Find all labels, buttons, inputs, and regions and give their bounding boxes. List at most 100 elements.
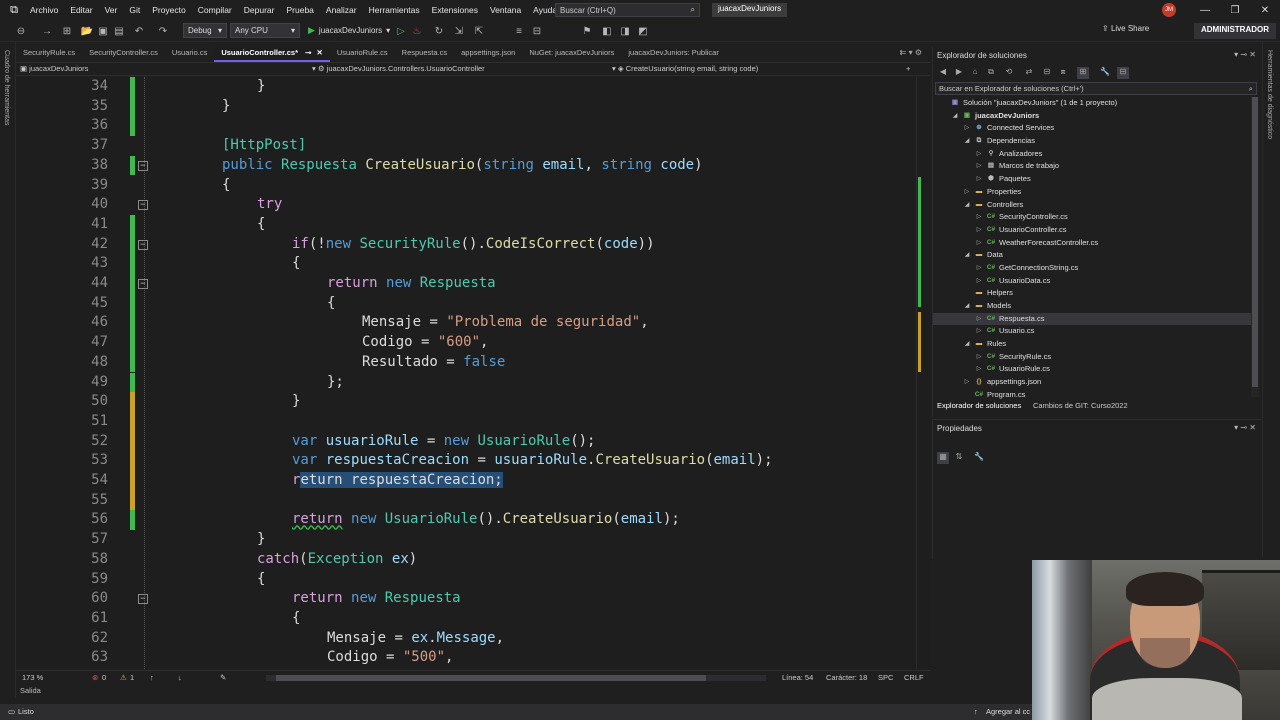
- code-line[interactable]: 50 }: [16, 392, 916, 412]
- menu-analizar[interactable]: Analizar: [320, 5, 363, 15]
- code-line[interactable]: 41 {: [16, 214, 916, 235]
- configuration-dropdown[interactable]: Debug ▾: [183, 23, 227, 38]
- collapsed-chevron-icon[interactable]: ▷: [975, 325, 983, 338]
- char-indicator[interactable]: Carácter: 18: [826, 673, 867, 682]
- sync-icon[interactable]: ⇄: [1023, 67, 1035, 79]
- code-line[interactable]: 59 {: [16, 570, 916, 590]
- nav-class-dropdown[interactable]: ▾ ⚙ juacaxDevJuniors.Controllers.Usuario…: [312, 64, 485, 76]
- pending-changes-filter-icon[interactable]: ⟲: [1003, 67, 1015, 79]
- collapsed-chevron-icon[interactable]: ▷: [975, 237, 983, 250]
- tab-git-changes[interactable]: Cambios de GIT: Curso2022: [1033, 401, 1128, 410]
- solution-tree-item[interactable]: ▷ C# SecurityController.cs: [933, 211, 1251, 224]
- code-line[interactable]: 47 Codigo = "600",: [16, 333, 916, 353]
- add-to-source-control[interactable]: Agregar al cc: [986, 707, 1030, 716]
- preview-selected-icon[interactable]: ⊞: [1077, 67, 1089, 79]
- start-debugging-button[interactable]: ▶ juacaxDevJuniors ▾: [308, 23, 390, 38]
- close-window-icon[interactable]: ✕: [1250, 0, 1280, 20]
- code-line[interactable]: 56 return new UsuarioRule().CreateUsuari…: [16, 510, 916, 531]
- code-line[interactable]: 58 catch(Exception ex): [16, 550, 916, 570]
- bookmark-next-icon[interactable]: ◨: [618, 24, 632, 38]
- solution-tree-item[interactable]: ◢ ▣ juacaxDevJuniors: [933, 110, 1251, 123]
- start-without-debugging-icon[interactable]: ▷: [394, 24, 408, 38]
- error-icon[interactable]: ⊗: [92, 673, 98, 682]
- pin-icon[interactable]: ⊸: [305, 48, 311, 57]
- diagnostic-tools-tab[interactable]: Herramientas de diagnóstico: [1266, 50, 1273, 139]
- solution-tree-item[interactable]: ◢ ⧉ Dependencias: [933, 135, 1251, 148]
- code-line[interactable]: 39 {: [16, 176, 916, 196]
- bookmark-icon[interactable]: ⚑: [580, 24, 594, 38]
- solution-tree-item[interactable]: ▷ ⚲ Analizadores: [933, 148, 1251, 161]
- collapsed-chevron-icon[interactable]: ▷: [975, 160, 983, 173]
- line-indicator[interactable]: Línea: 54: [782, 673, 813, 682]
- code-line[interactable]: 52 var usuarioRule = new UsuarioRule();: [16, 431, 916, 452]
- menu-archivo[interactable]: Archivo: [24, 5, 64, 15]
- open-file-icon[interactable]: 📂: [80, 24, 94, 38]
- warning-count[interactable]: 1: [130, 673, 134, 682]
- live-share-button[interactable]: ⇪ Live Share: [1102, 24, 1149, 33]
- collapse-all-icon[interactable]: ⊟: [1041, 67, 1053, 79]
- code-line[interactable]: 53 var respuestaCreacion = usuarioRule.C…: [16, 451, 916, 471]
- solution-tree-item[interactable]: ▷ ⬢ Paquetes: [933, 173, 1251, 186]
- menu-herramientas[interactable]: Herramientas: [363, 5, 426, 15]
- code-line[interactable]: 45 {: [16, 293, 916, 314]
- new-item-icon[interactable]: ⊞: [60, 24, 74, 38]
- solution-tree-item[interactable]: ▷ C# WeatherForecastController.cs: [933, 237, 1251, 250]
- collapse-icon[interactable]: −: [138, 594, 148, 605]
- collapsed-chevron-icon[interactable]: ▷: [975, 351, 983, 364]
- menu-ventana[interactable]: Ventana: [484, 5, 527, 15]
- code-line[interactable]: 37 [HttpPost]: [16, 136, 916, 156]
- menu-proyecto[interactable]: Proyecto: [146, 5, 192, 15]
- solution-tree-item[interactable]: ▣ Solución "juacaxDevJuniors" (1 de 1 pro…: [933, 97, 1251, 110]
- solution-tree-item[interactable]: ▷ {} appsettings.json: [933, 376, 1251, 389]
- code-line[interactable]: 55: [16, 490, 916, 511]
- collapsed-chevron-icon[interactable]: ▷: [963, 186, 971, 199]
- step-icon[interactable]: ⇲: [452, 24, 466, 38]
- save-icon[interactable]: ▣: [96, 24, 110, 38]
- user-avatar[interactable]: JM: [1162, 3, 1176, 17]
- code-cleanup-icon[interactable]: ✎: [220, 673, 226, 682]
- code-line[interactable]: 46 Mensaje = "Problema de seguridad",: [16, 313, 916, 334]
- solution-tree-item[interactable]: ▷ ⊕ Connected Services: [933, 122, 1251, 135]
- code-line[interactable]: 57 }: [16, 530, 916, 550]
- collapsed-chevron-icon[interactable]: ▷: [963, 376, 971, 389]
- code-line[interactable]: 49 };: [16, 372, 916, 393]
- forward-navigation-icon[interactable]: →: [40, 24, 54, 38]
- expanded-chevron-icon[interactable]: ◢: [963, 199, 971, 212]
- code-line[interactable]: 42 − if(!new SecurityRule().CodeIsCorrec…: [16, 234, 916, 255]
- save-all-icon[interactable]: ▤: [112, 24, 126, 38]
- collapsed-chevron-icon[interactable]: ▷: [975, 224, 983, 237]
- error-count[interactable]: 0: [102, 673, 106, 682]
- bookmark-clear-icon[interactable]: ◩: [636, 24, 650, 38]
- platform-dropdown[interactable]: Any CPU ▾: [230, 23, 300, 38]
- visual-studio-logo-icon[interactable]: ⧉: [4, 0, 24, 20]
- properties-icon[interactable]: 🔧: [1099, 67, 1111, 79]
- alphabetical-icon[interactable]: ⇅: [953, 452, 965, 464]
- restore-window-icon[interactable]: ❐: [1220, 0, 1250, 20]
- code-line[interactable]: 61 {: [16, 609, 916, 629]
- collapse-icon[interactable]: −: [138, 279, 148, 289]
- minimize-window-icon[interactable]: —: [1190, 0, 1220, 20]
- code-line[interactable]: 38 − public Respuesta CreateUsuario(stri…: [16, 155, 916, 176]
- panel-controls[interactable]: ▾ ⊸ ✕: [1234, 423, 1256, 432]
- nav-member-dropdown[interactable]: ▾ ◈ CreateUsuario(string email, string c…: [612, 64, 758, 76]
- next-issue-icon[interactable]: ↓: [178, 673, 182, 682]
- line-ending-indicator[interactable]: CRLF: [904, 673, 924, 682]
- switch-views-icon[interactable]: ⧉: [985, 67, 997, 79]
- scrollbar-thumb[interactable]: [276, 675, 706, 681]
- solution-tree-item[interactable]: ▷ C# Usuario.cs: [933, 325, 1251, 338]
- expanded-chevron-icon[interactable]: ◢: [951, 110, 959, 123]
- code-line[interactable]: 35 }: [16, 96, 916, 117]
- collapse-icon[interactable]: −: [138, 239, 148, 250]
- solution-tree-item[interactable]: ▷ C# UsuarioData.cs: [933, 275, 1251, 288]
- editor-vertical-scrollbar[interactable]: [916, 77, 928, 669]
- expanded-chevron-icon[interactable]: ◢: [963, 338, 971, 351]
- menu-extensiones[interactable]: Extensiones: [426, 5, 484, 15]
- solution-tree-item[interactable]: ▷ ▤ Marcos de trabajo: [933, 160, 1251, 173]
- close-icon[interactable]: ✕: [317, 48, 323, 57]
- solution-tree-item[interactable]: ◢ ▬ Models: [933, 300, 1251, 313]
- breakpoint-icon[interactable]: ⇱: [472, 24, 486, 38]
- code-map-icon[interactable]: ⊟: [1117, 67, 1129, 79]
- solution-tree-item[interactable]: ▷ C# SecurityRule.cs: [933, 351, 1251, 364]
- tab-overflow-controls[interactable]: ⇇ ▾ ⚙: [900, 48, 922, 57]
- code-line[interactable]: 36: [16, 116, 916, 137]
